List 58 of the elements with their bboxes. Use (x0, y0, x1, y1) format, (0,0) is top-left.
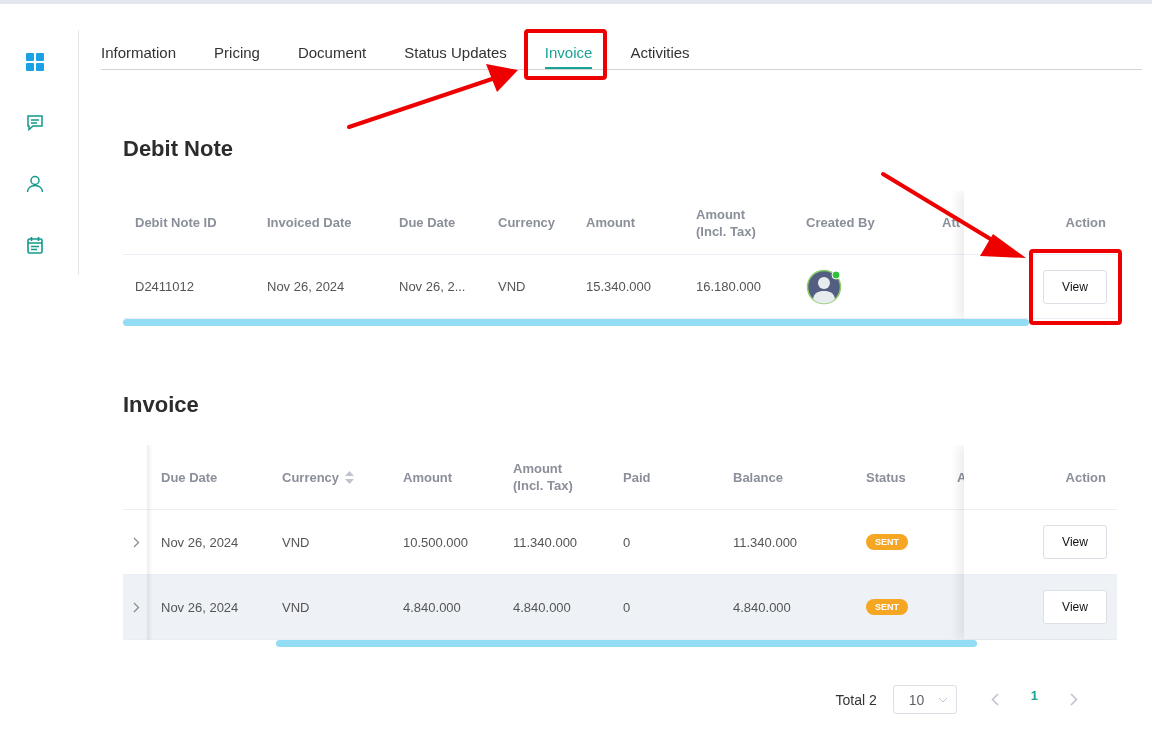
table-cell: 10.500.000 (403, 534, 469, 550)
table-cell: 16.180.000 (696, 279, 762, 294)
scrollbar-thumb[interactable] (276, 640, 977, 647)
tab[interactable]: Information (101, 40, 177, 69)
tab[interactable]: Pricing (214, 40, 260, 69)
column-header: Invoiced Date (267, 214, 352, 231)
column-header: Balance (733, 468, 783, 486)
table-cell: 4.840.000 (403, 599, 461, 615)
tab[interactable]: Activities (630, 40, 690, 69)
view-button[interactable]: View (1043, 590, 1107, 624)
section-title: Invoice (123, 392, 200, 418)
table-cell: Nov 26, 2024 (161, 599, 239, 615)
chevron-icon[interactable] (132, 601, 140, 613)
column-header: Amount (403, 468, 453, 486)
table-cell: 4.840.000 (733, 599, 791, 615)
chat-icon[interactable] (25, 114, 44, 132)
table-cell: 15.340.000 (586, 279, 652, 294)
chevron-icon[interactable] (132, 536, 140, 548)
column-header: Due Date (161, 468, 218, 486)
table-cell: VND (282, 599, 310, 615)
sort-icon[interactable] (345, 470, 355, 484)
column-header: Due Date (399, 214, 456, 231)
table-cell: D2411012 (135, 279, 195, 294)
scrollbar-thumb[interactable] (123, 319, 1029, 326)
table-cell: 4.840.000 (513, 599, 571, 615)
tab[interactable]: Status Updates (404, 40, 507, 69)
caret-icon (937, 696, 948, 703)
column-header: Action (1065, 215, 1106, 230)
view-button[interactable]: View (1043, 525, 1107, 559)
grid-icon[interactable] (25, 53, 44, 71)
table-cell: 0 (623, 534, 631, 550)
status-badge: SENT (866, 534, 908, 550)
table-cell: VND (282, 534, 310, 550)
section-title: Debit Note (123, 136, 234, 162)
column-header: Debit Note ID (135, 214, 217, 231)
avatar-icon (806, 268, 842, 305)
total-count: Total 2 (835, 691, 877, 708)
column-header: Paid (623, 468, 651, 486)
column-header: Amount (Incl. Tax) (513, 460, 574, 494)
tab[interactable]: Document (297, 40, 367, 69)
user-icon[interactable] (25, 175, 44, 193)
table-cell: Nov 26, 2024 (267, 279, 345, 294)
calendar-icon[interactable] (25, 236, 44, 254)
table-cell: 11.340.000 (513, 534, 578, 550)
table-cell: Nov 26, 2... (399, 279, 466, 294)
column-header: Currency (498, 214, 556, 231)
column-header: Amount (Incl. Tax) (696, 205, 757, 240)
column-header: Action (1065, 469, 1106, 485)
column-header: Amount (586, 214, 636, 231)
table-cell: Nov 26, 2024 (161, 534, 239, 550)
column-header: Status (866, 468, 906, 486)
table-cell: 11.340.000 (733, 534, 798, 550)
view-button[interactable]: View (1043, 269, 1107, 304)
status-badge: SENT (866, 599, 908, 615)
column-header: Created By (806, 214, 875, 231)
table-cell: 0 (623, 599, 631, 615)
page-size-select[interactable]: 10 (892, 685, 957, 714)
table-cell: VND (498, 279, 526, 294)
